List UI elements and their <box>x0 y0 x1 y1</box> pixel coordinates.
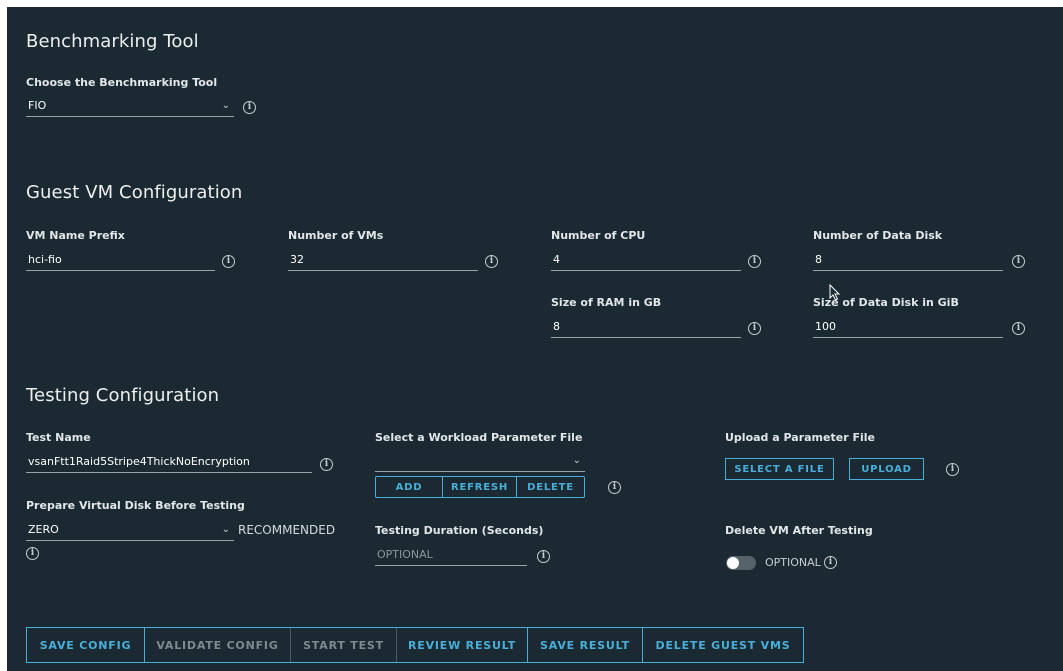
benchmark-tool-label: Choose the Benchmarking Tool <box>26 76 218 89</box>
section-title-benchmarking: Benchmarking Tool <box>26 31 199 52</box>
refresh-button[interactable]: REFRESH <box>443 477 517 497</box>
delete-vm-label: Delete VM After Testing <box>725 524 873 537</box>
benchmark-tool-select[interactable]: FIO ⌄ <box>26 97 234 117</box>
save-config-button[interactable]: SAVE CONFIG <box>27 628 145 662</box>
duration-label: Testing Duration (Seconds) <box>375 524 544 537</box>
benchmark-tool-value: FIO <box>28 99 47 112</box>
delete-vm-hint: OPTIONAL <box>765 556 821 569</box>
mouse-cursor-icon <box>829 284 841 301</box>
info-icon[interactable]: i <box>946 463 959 476</box>
delete-vm-toggle[interactable] <box>726 556 756 570</box>
select-file-button[interactable]: SELECT A FILE <box>725 458 834 480</box>
num-data-disk-input[interactable]: 8 <box>813 251 1003 271</box>
section-title-testing: Testing Configuration <box>26 385 220 406</box>
upload-button[interactable]: UPLOAD <box>849 458 924 480</box>
action-bar: SAVE CONFIG VALIDATE CONFIG START TEST R… <box>26 627 804 663</box>
start-test-button[interactable]: START TEST <box>291 628 397 662</box>
info-icon[interactable]: i <box>748 255 761 268</box>
num-vms-label: Number of VMs <box>288 229 384 242</box>
info-icon[interactable]: i <box>26 547 39 560</box>
info-icon[interactable]: i <box>537 550 550 563</box>
section-title-guest-vm: Guest VM Configuration <box>26 182 243 203</box>
info-icon[interactable]: i <box>485 255 498 268</box>
num-cpu-input[interactable]: 4 <box>551 251 741 271</box>
delete-guest-vms-button[interactable]: DELETE GUEST VMS <box>643 628 803 662</box>
prepare-disk-value: ZERO <box>28 523 59 536</box>
info-icon[interactable]: i <box>824 556 837 569</box>
test-name-input[interactable]: vsanFtt1Raid5Stripe4ThickNoEncryption <box>26 453 312 473</box>
workload-file-label: Select a Workload Parameter File <box>375 431 583 444</box>
save-result-button[interactable]: SAVE RESULT <box>528 628 643 662</box>
chevron-down-icon: ⌄ <box>572 455 581 466</box>
test-name-label: Test Name <box>26 431 91 444</box>
num-cpu-label: Number of CPU <box>551 229 646 242</box>
vm-name-prefix-input[interactable]: hci-fio <box>26 251 215 271</box>
prepare-disk-label: Prepare Virtual Disk Before Testing <box>26 499 245 512</box>
info-icon[interactable]: i <box>222 255 235 268</box>
info-icon[interactable]: i <box>243 101 256 114</box>
workload-file-select[interactable]: ⌄ <box>375 452 585 472</box>
main-panel: Benchmarking Tool Choose the Benchmarkin… <box>7 7 1063 671</box>
ram-size-input[interactable]: 8 <box>551 318 741 338</box>
info-icon[interactable]: i <box>748 322 761 335</box>
toggle-knob <box>727 557 739 569</box>
prepare-disk-hint: RECOMMENDED <box>238 523 336 537</box>
info-icon[interactable]: i <box>320 458 333 471</box>
validate-config-button[interactable]: VALIDATE CONFIG <box>145 628 291 662</box>
prepare-disk-select[interactable]: ZERO ⌄ <box>26 521 234 541</box>
info-icon[interactable]: i <box>608 481 621 494</box>
ram-size-label: Size of RAM in GB <box>551 296 662 309</box>
data-disk-size-input[interactable]: 100 <box>813 318 1003 338</box>
num-vms-input[interactable]: 32 <box>288 251 478 271</box>
duration-input[interactable]: OPTIONAL <box>375 546 527 566</box>
workload-button-group: ADD REFRESH DELETE <box>375 476 585 498</box>
delete-button[interactable]: DELETE <box>517 477 584 497</box>
add-button[interactable]: ADD <box>376 477 443 497</box>
num-data-disk-label: Number of Data Disk <box>813 229 943 242</box>
upload-file-label: Upload a Parameter File <box>725 431 875 444</box>
review-result-button[interactable]: REVIEW RESULT <box>397 628 528 662</box>
info-icon[interactable]: i <box>1012 255 1025 268</box>
info-icon[interactable]: i <box>1012 322 1025 335</box>
chevron-down-icon: ⌄ <box>221 524 230 535</box>
vm-name-prefix-label: VM Name Prefix <box>26 229 125 242</box>
chevron-down-icon: ⌄ <box>221 100 230 111</box>
